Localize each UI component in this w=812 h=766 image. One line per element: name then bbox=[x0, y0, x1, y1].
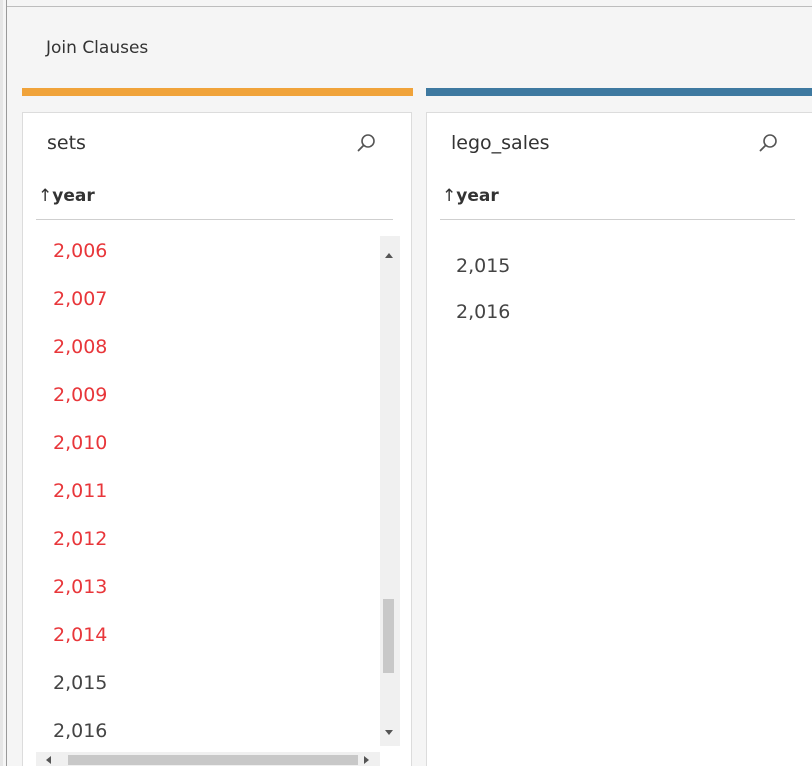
list-item[interactable]: 2,016 bbox=[53, 719, 107, 743]
search-icon[interactable] bbox=[758, 132, 780, 154]
right-field-header[interactable]: ↑year bbox=[442, 186, 499, 206]
sort-ascending-icon: ↑ bbox=[442, 186, 457, 206]
vertical-scrollbar[interactable] bbox=[380, 236, 400, 746]
search-icon[interactable] bbox=[356, 132, 378, 154]
list-item[interactable]: 2,009 bbox=[53, 383, 107, 407]
join-clauses-pane: Join Clauses sets ↑year 2,006 2,007 2,008 2… bbox=[0, 0, 812, 766]
list-item[interactable]: 2,012 bbox=[53, 527, 107, 551]
horizontal-scrollbar[interactable] bbox=[36, 752, 380, 766]
list-item[interactable]: 2,015 bbox=[456, 254, 510, 278]
header-divider bbox=[36, 219, 393, 220]
sort-ascending-icon: ↑ bbox=[38, 186, 53, 206]
list-item[interactable]: 2,014 bbox=[53, 623, 107, 647]
window-border bbox=[6, 0, 7, 766]
list-item[interactable]: 2,006 bbox=[53, 239, 107, 263]
right-input-color-bar bbox=[426, 88, 812, 96]
left-input-color-bar bbox=[22, 88, 413, 96]
list-item[interactable]: 2,008 bbox=[53, 335, 107, 359]
right-value-list: 2,015 2,016 bbox=[456, 254, 776, 454]
scroll-right-arrow-icon[interactable] bbox=[364, 756, 369, 764]
left-input-title: sets bbox=[47, 132, 86, 154]
header-divider bbox=[440, 219, 795, 220]
scroll-down-arrow-icon[interactable] bbox=[385, 730, 393, 735]
scroll-up-arrow-icon[interactable] bbox=[385, 253, 393, 258]
scrollbar-thumb[interactable] bbox=[383, 598, 394, 673]
list-item[interactable]: 2,015 bbox=[53, 671, 107, 695]
field-name: year bbox=[52, 186, 95, 206]
list-item[interactable]: 2,007 bbox=[53, 287, 107, 311]
top-border bbox=[7, 6, 812, 7]
window-edge bbox=[0, 0, 3, 766]
left-field-header[interactable]: ↑year bbox=[38, 186, 95, 206]
list-item[interactable]: 2,011 bbox=[53, 479, 107, 503]
right-input-title: lego_sales bbox=[451, 132, 550, 154]
section-title: Join Clauses bbox=[46, 38, 149, 58]
horizontal-scrollbar-thumb[interactable] bbox=[68, 755, 358, 765]
list-item[interactable]: 2,013 bbox=[53, 575, 107, 599]
left-value-list: 2,006 2,007 2,008 2,009 2,010 2,011 2,012 2,013… bbox=[53, 239, 373, 749]
scroll-left-arrow-icon[interactable] bbox=[46, 756, 51, 764]
list-item[interactable]: 2,010 bbox=[53, 431, 107, 455]
list-item[interactable]: 2,016 bbox=[456, 300, 510, 324]
field-name: year bbox=[456, 186, 499, 206]
